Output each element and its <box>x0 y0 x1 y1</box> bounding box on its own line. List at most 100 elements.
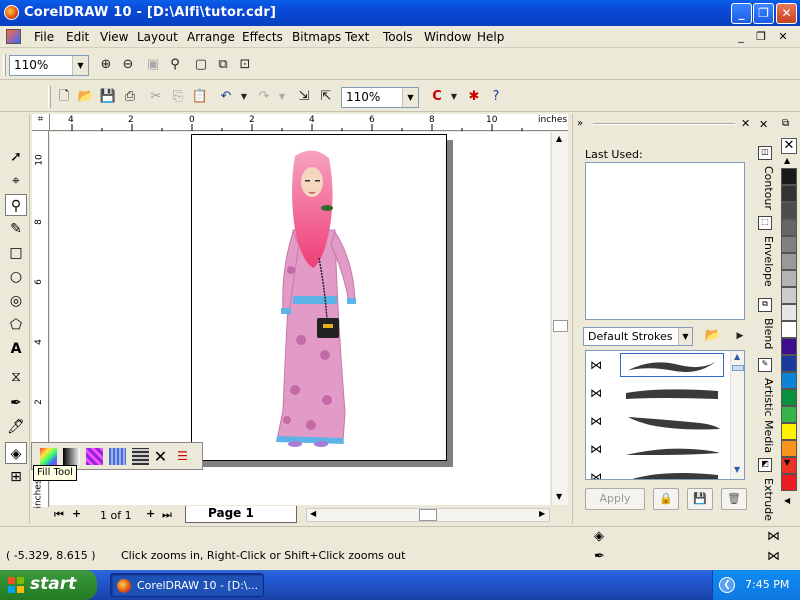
stroke-item[interactable]: ⋈ <box>586 379 730 407</box>
scroll-thumb[interactable] <box>553 320 568 332</box>
rectangle-tool-icon[interactable]: □ <box>5 242 27 264</box>
zoom-selected-icon[interactable]: ▣ <box>143 55 163 75</box>
palette-options-icon[interactable]: ⧉ <box>782 118 789 129</box>
zoom-in-icon[interactable]: ⊕ <box>96 55 116 75</box>
stroke-list[interactable]: ⋈ ⋈ ⋈ ⋈ ⋈ ▲ ▼ <box>585 350 745 480</box>
cut-icon[interactable]: ✂ <box>146 87 166 107</box>
scroll-down-icon[interactable]: ▼ <box>734 465 740 474</box>
scroll-thumb-horizontal[interactable] <box>419 509 437 521</box>
pattern-fill-icon[interactable] <box>86 448 103 465</box>
print-icon[interactable]: ⎙ <box>120 87 140 107</box>
stroke-category-select[interactable]: Default Strokes ▼ <box>583 327 693 346</box>
copy-icon[interactable]: ⎘ <box>168 87 188 107</box>
no-color-swatch[interactable]: ✕ <box>781 138 797 154</box>
no-fill-swatch-icon[interactable]: ⋈ <box>767 529 780 544</box>
spiral-tool-icon[interactable]: ◎ <box>5 290 27 312</box>
zoom-all-objects-icon[interactable]: ⚲ <box>165 55 185 75</box>
menu-layout[interactable]: Layout <box>137 30 178 44</box>
fill-indicator-icon[interactable]: ◈ <box>594 529 604 544</box>
color-swatch[interactable] <box>781 236 797 253</box>
scroll-up-icon[interactable]: ▲ <box>734 352 740 361</box>
menu-bitmaps[interactable]: Bitmaps <box>292 30 341 44</box>
docker-menu-arrow-icon[interactable]: ▶ <box>730 326 750 346</box>
eyedropper-tool-icon[interactable]: ✒ <box>5 392 27 414</box>
delete-icon[interactable]: 🗑 <box>721 488 747 510</box>
clock[interactable]: 7:45 PM <box>745 578 789 591</box>
color-swatch[interactable] <box>781 474 797 491</box>
tab-envelope[interactable]: ⬚ Envelope <box>755 214 775 294</box>
no-outline-swatch-icon[interactable]: ⋈ <box>767 549 780 564</box>
redo-icon[interactable]: ↷ <box>254 87 274 107</box>
palette-expand-icon[interactable]: ◀ <box>784 496 790 505</box>
menu-arrange[interactable]: Arrange <box>187 30 235 44</box>
scroll-right-icon[interactable]: ▶ <box>539 509 545 518</box>
first-page-icon[interactable]: ⏮ <box>54 508 64 522</box>
freehand-tool-icon[interactable]: ✎ <box>5 218 27 240</box>
menu-view[interactable]: View <box>100 30 128 44</box>
corel-online-icon[interactable]: ✱ <box>464 87 484 107</box>
lock-icon[interactable]: 🔒 <box>653 488 679 510</box>
color-swatch[interactable] <box>781 406 797 423</box>
color-swatch[interactable] <box>781 389 797 406</box>
hijab-girl-illustration[interactable] <box>265 150 365 450</box>
docker-collapse-icon[interactable]: » <box>577 118 583 129</box>
texture-fill-icon[interactable] <box>109 448 126 465</box>
page-tab[interactable]: Page 1 <box>185 506 297 523</box>
tab-blend[interactable]: ⧉ Blend <box>755 296 775 354</box>
color-swatch[interactable] <box>781 321 797 338</box>
doc-restore-button[interactable]: ❐ <box>753 30 769 44</box>
fountain-fill-icon[interactable] <box>63 448 80 465</box>
taskbar-item-coreldraw[interactable]: CorelDRAW 10 - [D:\... <box>110 573 264 597</box>
import-icon[interactable]: ⇲ <box>294 87 314 107</box>
color-docker-icon[interactable]: ☰ <box>174 448 191 465</box>
color-swatch[interactable] <box>781 202 797 219</box>
tab-contour[interactable]: ◫ Contour <box>755 144 775 212</box>
color-swatch[interactable] <box>781 253 797 270</box>
scroll-up-icon[interactable]: ▲ <box>556 134 562 143</box>
toolbar-grip[interactable] <box>3 54 6 76</box>
stroke-list-scrollbar[interactable]: ▲ ▼ <box>730 351 744 479</box>
palette-scroll-up-icon[interactable]: ▲ <box>784 156 790 165</box>
minimize-button[interactable]: _ <box>731 3 752 24</box>
zoom-tool-icon[interactable]: ⚲ <box>5 194 27 216</box>
paste-icon[interactable]: 📋 <box>190 87 210 107</box>
docker-tabs-close-icon[interactable]: ✕ <box>759 118 768 131</box>
menu-text[interactable]: Text <box>345 30 369 44</box>
zoom-page-width-icon[interactable]: ⧉ <box>213 55 233 75</box>
scroll-left-icon[interactable]: ◀ <box>310 509 316 518</box>
undo-dropdown-icon[interactable]: ▼ <box>234 87 254 107</box>
browse-folder-icon[interactable]: 📂 <box>703 326 723 346</box>
whats-this-help-icon[interactable]: ? <box>486 87 506 107</box>
zoom-level-combo[interactable]: 110% ▼ <box>9 55 89 76</box>
docker-grip[interactable] <box>593 123 735 125</box>
doc-close-button[interactable]: ✕ <box>775 30 791 44</box>
color-swatch[interactable] <box>781 372 797 389</box>
pick-tool-icon[interactable]: ➚ <box>5 146 27 168</box>
add-page-before-icon[interactable]: + <box>72 507 81 520</box>
interactive-blend-tool-icon[interactable]: ⧖ <box>5 366 27 388</box>
ellipse-tool-icon[interactable]: ○ <box>5 266 27 288</box>
zoom-page-icon[interactable]: ▢ <box>191 55 211 75</box>
fill-tool-icon[interactable]: ◈ <box>5 442 27 464</box>
palette-scroll-down-icon[interactable]: ▼ <box>784 458 790 467</box>
export-icon[interactable]: ⇱ <box>316 87 336 107</box>
menu-window[interactable]: Window <box>424 30 471 44</box>
menu-edit[interactable]: Edit <box>66 30 89 44</box>
color-swatch[interactable] <box>781 219 797 236</box>
outline-indicator-icon[interactable]: ✒ <box>594 549 605 564</box>
tray-arrow-icon[interactable]: ❮ <box>719 577 735 593</box>
color-swatch[interactable] <box>781 185 797 202</box>
doc-minimize-button[interactable]: _ <box>733 30 749 44</box>
tab-extrude[interactable]: ◩ Extrude <box>755 456 775 524</box>
zoom-level-combo-standard[interactable]: 110% ▼ <box>341 87 419 108</box>
color-swatch[interactable] <box>781 355 797 372</box>
add-page-after-icon[interactable]: + <box>146 507 155 520</box>
scroll-thumb[interactable] <box>732 365 744 371</box>
color-swatch[interactable] <box>781 270 797 287</box>
stroke-item[interactable]: ⋈ <box>586 463 730 479</box>
vertical-scrollbar[interactable]: ▲ ▼ <box>551 132 568 505</box>
close-button[interactable]: ✕ <box>776 3 797 24</box>
interactive-fill-tool-icon[interactable]: ⊞ <box>5 466 27 488</box>
postscript-fill-icon[interactable] <box>132 448 149 465</box>
launcher-dropdown-icon[interactable]: ▼ <box>444 87 464 107</box>
